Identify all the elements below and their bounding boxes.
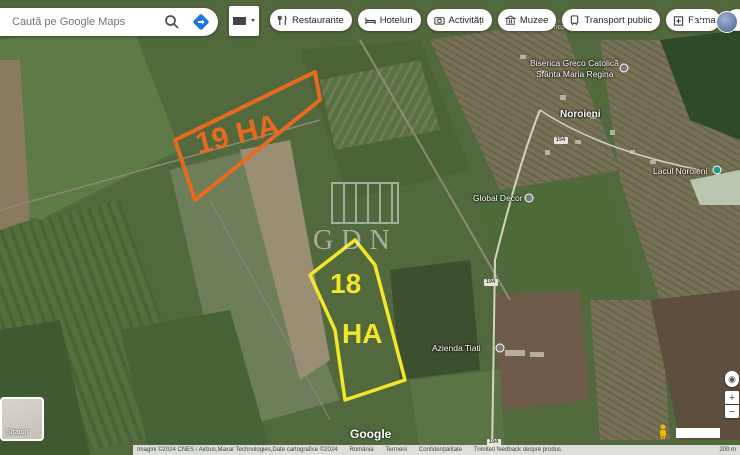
bed-icon xyxy=(365,17,376,24)
imagery-credit: Imagini ©2024 CNES / Airbus,Maxar Techno… xyxy=(137,447,338,453)
plus-icon: + xyxy=(728,391,736,404)
layers-button[interactable]: Straturi xyxy=(0,397,44,441)
place-lake[interactable]: Lacul Noroieni xyxy=(653,166,707,176)
scale-thumbnails xyxy=(676,428,720,438)
zoom-in-button[interactable]: + xyxy=(725,391,739,404)
chip-label: Restaurante xyxy=(292,14,344,26)
camera-icon xyxy=(433,16,445,25)
chip-hoteluri[interactable]: Hoteluri xyxy=(357,9,421,31)
search-icon[interactable] xyxy=(164,14,180,30)
place-azienda[interactable]: Azienda Tiati xyxy=(432,343,481,353)
privacy-link[interactable]: Confidențialitate xyxy=(419,447,462,453)
road-194-mid: 194 xyxy=(486,279,496,285)
zoom-out-button[interactable]: − xyxy=(725,405,739,418)
feedback-link[interactable]: Trimiteți feedback despre produs xyxy=(474,447,561,453)
location-icon: ◉ xyxy=(728,373,736,384)
place-church-line1: Biserica Greco Catolică xyxy=(530,58,619,68)
train-icon xyxy=(571,14,579,25)
pegman-icon[interactable] xyxy=(658,424,668,440)
avatar[interactable] xyxy=(716,11,738,33)
scale-label: 200 m xyxy=(719,447,736,453)
chip-activitati[interactable]: Activități xyxy=(426,9,492,31)
chip-label: Activități xyxy=(448,14,484,26)
fork-knife-icon xyxy=(277,15,287,25)
road-194-top: 194 xyxy=(556,137,566,143)
search-input[interactable] xyxy=(10,15,164,29)
chip-transport-public[interactable]: Transport public xyxy=(562,9,661,31)
chip-label: Muzee xyxy=(519,14,549,26)
map-footer: Imagini ©2024 CNES / Airbus,Maxar Techno… xyxy=(133,445,740,455)
google-logo: Google xyxy=(350,427,392,441)
annotation-18: 18 xyxy=(330,268,362,299)
terms-link[interactable]: Termeni xyxy=(386,447,407,453)
layers-dropdown-button[interactable] xyxy=(229,6,259,36)
annotation-ha: HA xyxy=(342,318,383,349)
layers-label: Straturi xyxy=(6,429,29,436)
pharmacy-icon xyxy=(674,15,684,26)
country-link[interactable]: România xyxy=(350,447,374,453)
chip-muzee[interactable]: Muzee xyxy=(497,9,557,31)
search-box[interactable] xyxy=(0,8,218,36)
my-location-button[interactable]: ◉ xyxy=(725,371,739,387)
place-church-line2: Sfânta Maria Regina xyxy=(536,69,614,79)
directions-icon[interactable] xyxy=(192,13,210,31)
museum-icon xyxy=(504,14,516,25)
apps-grid-icon[interactable] xyxy=(693,14,707,28)
minus-icon: − xyxy=(728,405,736,418)
watermark: GDN xyxy=(313,225,398,256)
place-village[interactable]: Noroieni xyxy=(560,109,601,120)
chip-label: Hoteluri xyxy=(379,14,413,26)
keyboard-icon xyxy=(233,17,255,25)
chip-label: Transport public xyxy=(584,14,653,26)
chip-restaurante[interactable]: Restaurante xyxy=(270,9,352,31)
place-global-decor[interactable]: Global Decor xyxy=(473,193,523,203)
